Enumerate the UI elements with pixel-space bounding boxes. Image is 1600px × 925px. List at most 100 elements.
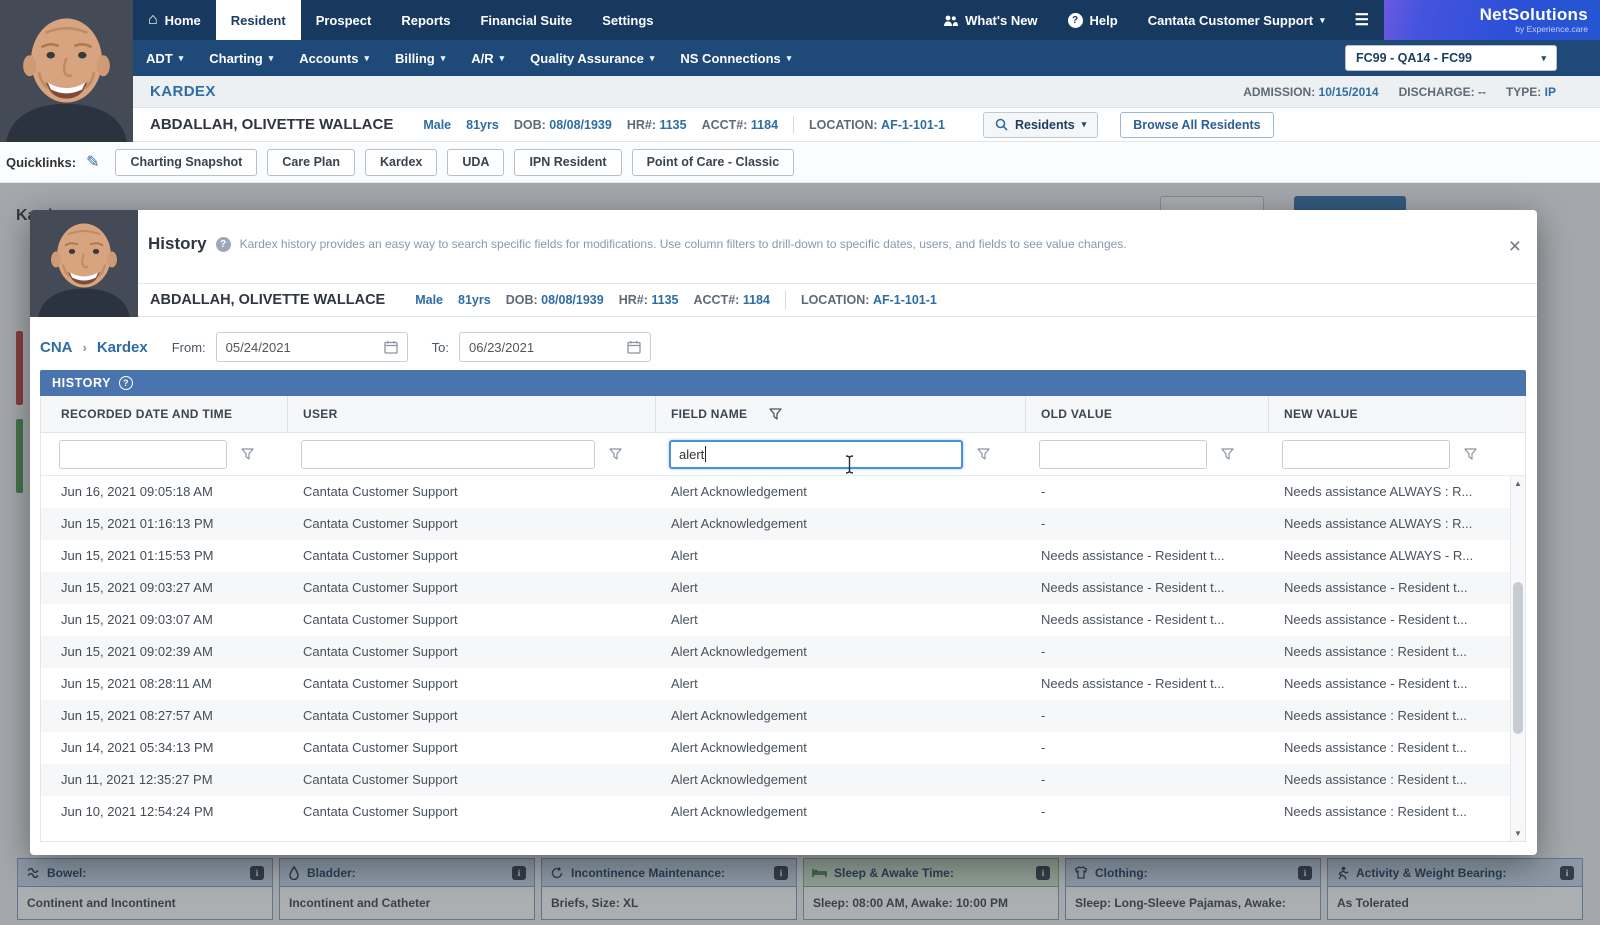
browse-button-label: Browse All Residents (1133, 117, 1261, 132)
facility-select[interactable]: FC99 - QA14 - FC99 ▾ (1345, 45, 1557, 71)
breadcrumb-separator: › (82, 339, 87, 355)
nav-prospect-label: Prospect (315, 12, 372, 28)
menu-charting-label: Charting (209, 50, 263, 66)
table-row[interactable]: Jun 16, 2021 09:05:18 AM Cantata Custome… (41, 476, 1525, 508)
user-filter-icon[interactable] (609, 448, 622, 460)
scroll-up-icon[interactable]: ▲ (1511, 476, 1525, 491)
table-header-row: RECORDED DATE AND TIME USER FIELD NAME O… (41, 396, 1525, 433)
nav-home[interactable]: ⌂ Home (133, 0, 216, 40)
nav-resident[interactable]: Resident (215, 0, 301, 40)
quicklink-label: Point of Care - Classic (646, 155, 780, 169)
new-value-filter-input[interactable] (1282, 439, 1450, 469)
nav-prospect[interactable]: Prospect (301, 0, 387, 40)
browse-all-residents-button[interactable]: Browse All Residents (1120, 111, 1274, 138)
cell-old-value: Needs assistance - Resident t... (1041, 580, 1225, 595)
history-section-header: HISTORY ? (40, 370, 1526, 396)
quicklink-label: UDA (462, 155, 490, 169)
table-row[interactable]: Jun 15, 2021 01:16:13 PM Cantata Custome… (41, 508, 1525, 540)
hr-value: 1135 (651, 293, 679, 307)
table-row[interactable]: Jun 15, 2021 01:15:53 PM Cantata Custome… (41, 540, 1525, 572)
old-value-filter-input[interactable] (1039, 439, 1207, 469)
page-header: KARDEX ADMISSION: 10/15/2014 DISCHARGE: … (0, 76, 1600, 108)
acct-label: ACCT#: (693, 293, 740, 307)
support-menu[interactable]: Cantata Customer Support ▾ (1133, 0, 1340, 40)
text-cursor (844, 455, 855, 479)
patient-name: ABDALLAH, OLIVETTE WALLACE (150, 292, 386, 308)
chevron-down-icon: ▾ (1320, 14, 1325, 25)
menu-quality-assurance-label: Quality Assurance (530, 50, 644, 66)
menu-ar[interactable]: A/R ▾ (458, 51, 517, 66)
history-help-icon[interactable]: ? (215, 236, 231, 252)
calendar-icon[interactable] (627, 340, 641, 354)
calendar-icon[interactable] (384, 340, 398, 354)
table-row[interactable]: Jun 14, 2021 05:34:13 PM Cantata Custome… (41, 732, 1525, 764)
nav-reports[interactable]: Reports (386, 0, 465, 40)
new-value-filter-icon[interactable] (1464, 448, 1477, 460)
search-icon (995, 118, 1008, 131)
nav-settings[interactable]: Settings (587, 0, 668, 40)
column-label: OLD VALUE (1041, 407, 1113, 421)
dob-value: 08/08/1939 (549, 117, 612, 132)
quicklink-kardex[interactable]: Kardex (364, 148, 438, 176)
menu-charting[interactable]: Charting ▾ (196, 51, 286, 66)
to-date-input[interactable]: 06/23/2021 (459, 332, 651, 362)
menu-adt[interactable]: ADT ▾ (133, 51, 196, 66)
menu-ns-connections[interactable]: NS Connections ▾ (667, 51, 804, 66)
field-name-filter-funnel-icon[interactable] (977, 448, 990, 460)
cell-new-value: Needs assistance : Resident t... (1284, 772, 1467, 787)
old-value-filter-icon[interactable] (1221, 448, 1234, 460)
facility-select-value: FC99 - QA14 - FC99 (1356, 51, 1473, 65)
quicklink-care-plan[interactable]: Care Plan (267, 148, 355, 176)
menu-billing[interactable]: Billing ▾ (382, 51, 458, 66)
admission-label: ADMISSION: (1243, 84, 1316, 99)
section-help-icon[interactable]: ? (119, 376, 134, 390)
user-filter-input[interactable] (301, 439, 595, 469)
table-row[interactable]: Jun 11, 2021 12:35:27 PM Cantata Custome… (41, 764, 1525, 796)
scrollbar-thumb[interactable] (1513, 582, 1523, 734)
table-row[interactable]: Jun 15, 2021 08:27:57 AM Cantata Custome… (41, 700, 1525, 732)
cell-old-value: Needs assistance - Resident t... (1041, 548, 1225, 563)
location-value: AF-1-101-1 (881, 117, 945, 132)
menu-accounts[interactable]: Accounts ▾ (286, 51, 382, 66)
quicklink-uda[interactable]: UDA (447, 148, 505, 176)
quicklink-charting-snapshot[interactable]: Charting Snapshot (115, 148, 258, 176)
text-caret (705, 446, 707, 462)
cell-date: Jun 10, 2021 12:54:24 PM (61, 804, 214, 819)
cell-date: Jun 11, 2021 12:35:27 PM (61, 772, 213, 787)
menu-quality-assurance[interactable]: Quality Assurance ▾ (517, 51, 667, 66)
cell-field: Alert (671, 612, 698, 627)
table-row[interactable]: Jun 10, 2021 12:54:24 PM Cantata Custome… (41, 796, 1525, 828)
nav-financial-suite[interactable]: Financial Suite (465, 0, 587, 40)
residents-search-button[interactable]: Residents ▾ (982, 111, 1099, 138)
from-date-input[interactable]: 05/24/2021 (215, 332, 408, 362)
acct-value: 1184 (742, 293, 770, 307)
field-name-filter-icon[interactable] (769, 408, 782, 420)
breadcrumb-cna-link[interactable]: CNA (40, 339, 73, 356)
quicklink-point-of-care[interactable]: Point of Care - Classic (631, 148, 795, 176)
scroll-down-icon[interactable]: ▼ (1511, 826, 1525, 841)
field-name-filter-input[interactable]: alert (669, 439, 963, 469)
main-menu-button[interactable]: ☰ (1340, 0, 1384, 40)
column-header-new-value: NEW VALUE (1269, 396, 1525, 432)
column-label: NEW VALUE (1284, 407, 1358, 421)
quicklink-ipn-resident[interactable]: IPN Resident (514, 148, 622, 176)
field-name-filter-value: alert (679, 446, 705, 462)
column-header-field-name: FIELD NAME (656, 396, 1026, 432)
breadcrumb-kardex-link[interactable]: Kardex (97, 339, 148, 356)
whats-new-button[interactable]: What's New (928, 0, 1052, 40)
close-icon[interactable]: × (1509, 236, 1521, 257)
table-row[interactable]: Jun 15, 2021 09:03:07 AM Cantata Custome… (41, 604, 1525, 636)
table-scrollbar[interactable]: ▲ ▼ (1510, 476, 1525, 841)
chevron-down-icon: ▾ (649, 52, 655, 63)
help-button[interactable]: ? Help (1053, 0, 1133, 40)
edit-quicklinks-icon[interactable]: ✎ (86, 152, 99, 172)
cell-new-value: Needs assistance : Resident t... (1284, 644, 1467, 659)
quicklinks-bar: Quicklinks: ✎ Charting Snapshot Care Pla… (0, 142, 1600, 183)
table-row[interactable]: Jun 15, 2021 09:03:27 AM Cantata Custome… (41, 572, 1525, 604)
date-filter-icon[interactable] (241, 448, 254, 460)
whats-new-label: What's New (965, 12, 1038, 28)
table-row[interactable]: Jun 15, 2021 09:02:39 AM Cantata Custome… (41, 636, 1525, 668)
table-row[interactable]: Jun 15, 2021 08:28:11 AM Cantata Custome… (41, 668, 1525, 700)
history-table: RECORDED DATE AND TIME USER FIELD NAME O… (40, 396, 1526, 842)
date-filter-input[interactable] (59, 439, 227, 469)
